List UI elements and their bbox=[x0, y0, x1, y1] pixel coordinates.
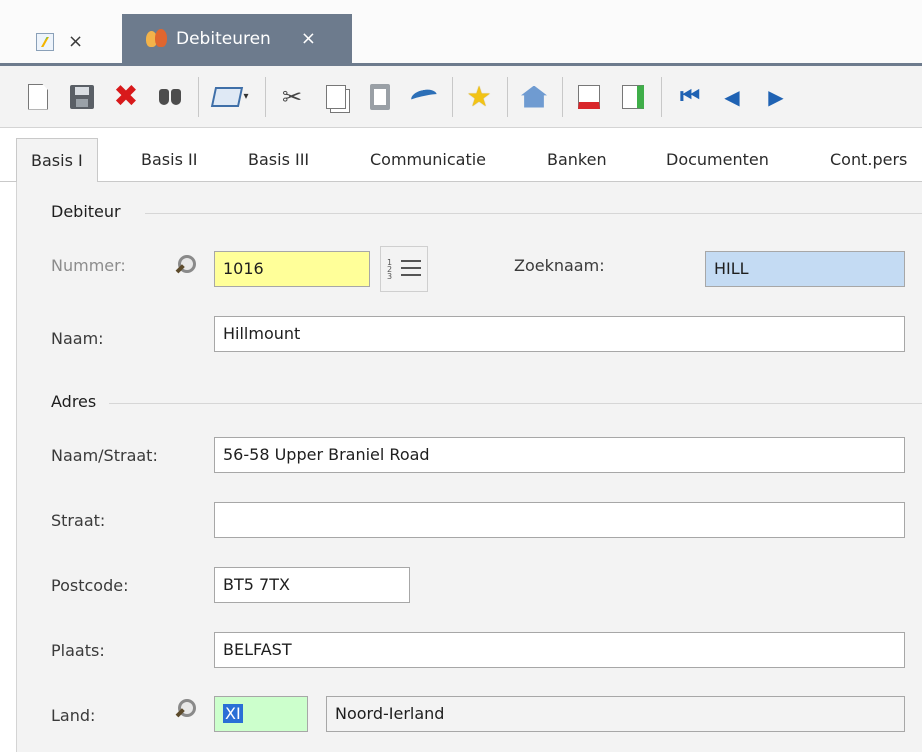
cut-button[interactable]: ✂ bbox=[276, 79, 308, 115]
tab-home[interactable]: × bbox=[30, 22, 122, 62]
paste-icon bbox=[370, 83, 390, 110]
tab-documenten[interactable]: Documenten bbox=[666, 138, 769, 182]
postcode-field[interactable]: BT5 7TX bbox=[214, 567, 410, 603]
chevron-down-icon: ▾ bbox=[243, 91, 249, 102]
nummer-field[interactable]: 1016 bbox=[214, 251, 370, 287]
tab-basis-3[interactable]: Basis III bbox=[248, 138, 309, 182]
tab-basis-1[interactable]: Basis I bbox=[16, 138, 98, 183]
nummer-label: Nummer: bbox=[51, 256, 126, 275]
land-name-field: Noord-Ierland bbox=[326, 696, 905, 732]
document-green-icon bbox=[622, 84, 644, 109]
print-icon bbox=[211, 86, 244, 107]
new-document-icon bbox=[28, 83, 48, 110]
document-red-icon bbox=[578, 84, 600, 109]
postcode-label: Postcode: bbox=[51, 576, 129, 595]
toolbar-separator bbox=[661, 76, 662, 117]
straat-field[interactable] bbox=[214, 502, 905, 538]
toolbar-separator bbox=[265, 76, 266, 117]
print-button[interactable]: ▾ bbox=[209, 79, 253, 115]
naam-straat-field[interactable]: 56-58 Upper Braniel Road bbox=[214, 437, 905, 473]
tab-cont-pers[interactable]: Cont.pers bbox=[830, 138, 907, 182]
first-record-button[interactable]: ⏮ bbox=[672, 79, 704, 115]
copy-icon bbox=[326, 84, 346, 109]
tab-banken[interactable]: Banken bbox=[547, 138, 607, 182]
next-record-button[interactable]: ▶ bbox=[760, 79, 792, 115]
sub-tab-bar: Basis I Basis II Basis III Communicatie … bbox=[0, 138, 922, 183]
document-red-button[interactable] bbox=[573, 79, 605, 115]
search-button[interactable] bbox=[154, 79, 186, 115]
favorite-button[interactable]: ★ bbox=[463, 79, 495, 115]
home-add-icon bbox=[521, 85, 547, 108]
plaats-label: Plaats: bbox=[51, 641, 105, 660]
toolbar-separator bbox=[507, 76, 508, 117]
search-binoculars-icon bbox=[159, 88, 181, 105]
first-record-icon: ⏮ bbox=[680, 84, 700, 109]
toolbar-separator bbox=[562, 76, 563, 117]
delete-icon: ✖ bbox=[113, 78, 139, 114]
list-lines-icon bbox=[401, 260, 421, 278]
delete-button[interactable]: ✖ bbox=[110, 79, 142, 115]
home-add-button[interactable] bbox=[518, 79, 550, 115]
tab-debiteuren[interactable]: Debiteuren × bbox=[122, 14, 352, 64]
zoeknaam-field[interactable]: HILL bbox=[705, 251, 905, 287]
previous-record-button[interactable]: ◀ bbox=[716, 79, 748, 115]
land-code-selection: XI bbox=[223, 704, 243, 723]
document-green-button[interactable] bbox=[617, 79, 649, 115]
next-record-icon: ▶ bbox=[768, 84, 784, 109]
form-panel: Debiteur Nummer: 1016 123 Zoeknaam: HILL… bbox=[16, 182, 922, 752]
naam-label: Naam: bbox=[51, 329, 104, 348]
app-logo-icon bbox=[36, 33, 54, 51]
tab-communicatie[interactable]: Communicatie bbox=[370, 138, 486, 182]
undo-button[interactable] bbox=[408, 79, 440, 115]
tab-home-close-icon[interactable]: × bbox=[68, 33, 83, 51]
numbered-list-icon: 123 bbox=[387, 257, 393, 281]
land-code-field[interactable]: XI bbox=[214, 696, 308, 732]
undo-icon bbox=[409, 86, 439, 107]
naam-field[interactable]: Hillmount bbox=[214, 316, 905, 352]
toolbar-separator bbox=[452, 76, 453, 117]
naam-straat-label: Naam/Straat: bbox=[51, 446, 158, 465]
number-list-button[interactable]: 123 bbox=[380, 246, 428, 292]
tab-basis-2[interactable]: Basis II bbox=[141, 138, 197, 182]
paste-button[interactable] bbox=[364, 79, 396, 115]
group-divider bbox=[145, 213, 922, 214]
document-tab-strip: × Debiteuren × bbox=[0, 0, 922, 64]
save-icon bbox=[70, 84, 94, 109]
zoeknaam-label: Zoeknaam: bbox=[514, 256, 605, 275]
land-label: Land: bbox=[51, 706, 96, 725]
nummer-lookup-icon[interactable] bbox=[175, 254, 197, 276]
group-divider bbox=[109, 403, 922, 404]
tab-debiteuren-close-icon[interactable]: × bbox=[301, 30, 316, 48]
tab-debiteuren-label: Debiteuren bbox=[176, 29, 271, 49]
straat-label: Straat: bbox=[51, 511, 106, 530]
plaats-field[interactable]: BELFAST bbox=[214, 632, 905, 668]
copy-button[interactable] bbox=[320, 79, 352, 115]
save-button[interactable] bbox=[66, 79, 98, 115]
land-lookup-icon[interactable] bbox=[175, 698, 197, 720]
favorite-star-icon: ★ bbox=[466, 80, 492, 113]
people-icon bbox=[146, 29, 168, 49]
group-title-debiteur: Debiteur bbox=[51, 202, 121, 221]
cut-icon: ✂ bbox=[281, 82, 303, 111]
group-title-adres: Adres bbox=[51, 392, 97, 411]
new-button[interactable] bbox=[22, 79, 54, 115]
previous-record-icon: ◀ bbox=[724, 84, 740, 109]
toolbar: ✖ ▾ ✂ ★ ⏮ ◀ ▶ bbox=[0, 66, 922, 128]
toolbar-separator bbox=[198, 76, 199, 117]
